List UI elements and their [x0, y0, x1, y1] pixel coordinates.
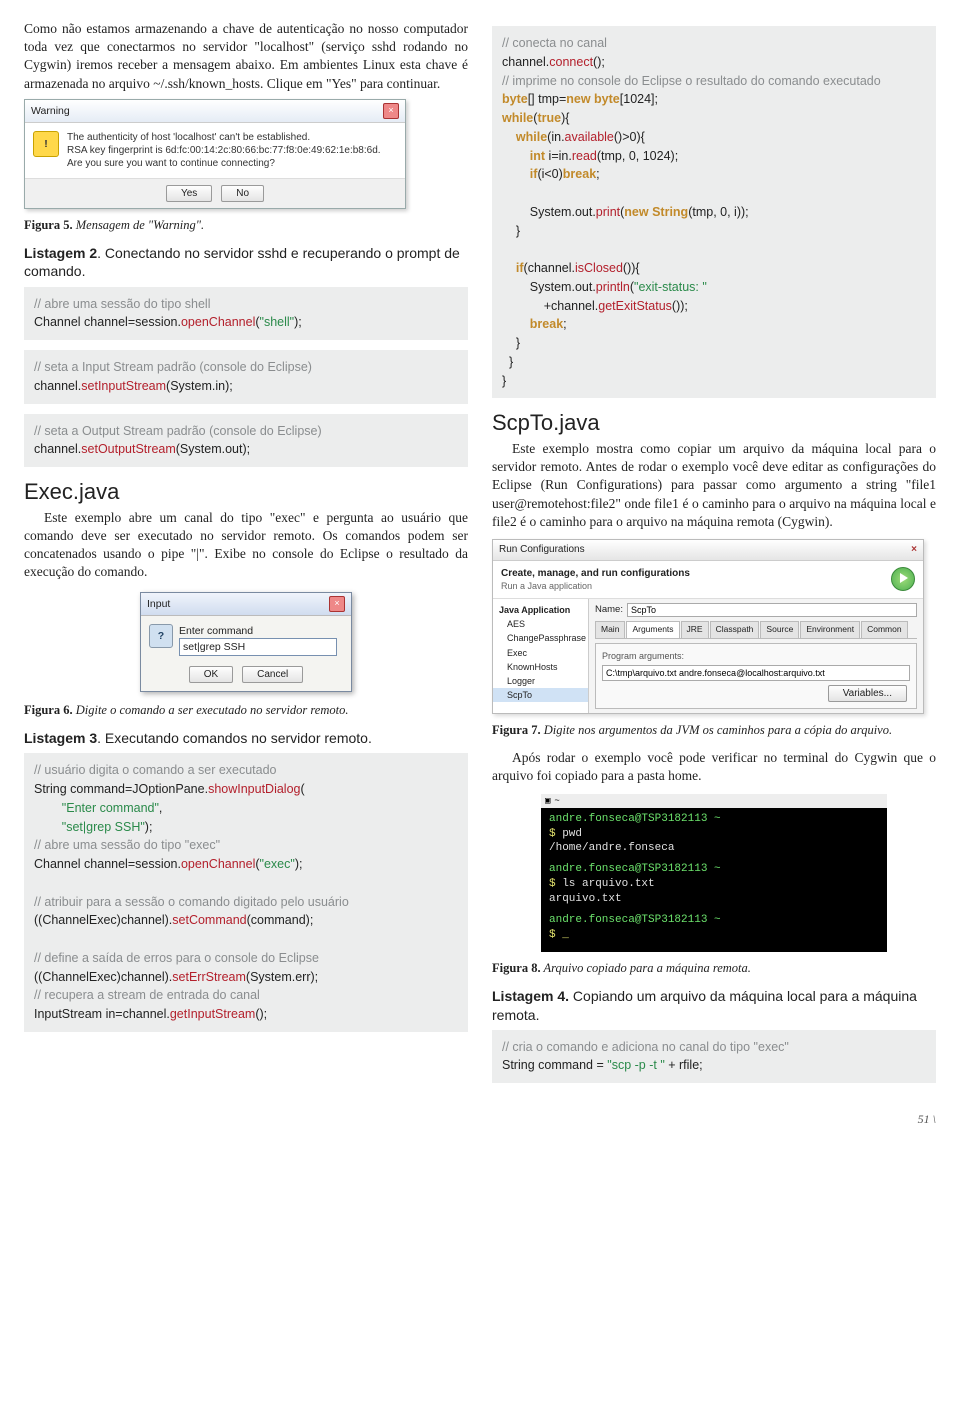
right-code-top: // conecta no canal channel.connect(); /…: [492, 26, 936, 398]
warning-line: The authenticity of host 'localhost' can…: [67, 131, 397, 144]
close-icon[interactable]: ×: [383, 103, 399, 119]
runconfig-window-title: Run Configurations: [499, 543, 585, 557]
variables-button[interactable]: Variables...: [828, 685, 907, 703]
runconfig-header: Create, manage, and run configurations: [501, 567, 690, 581]
warning-line: RSA key fingerprint is 6d:fc:00:14:2c:80…: [67, 144, 397, 157]
input-dialog-label: Enter command: [179, 624, 343, 638]
listing-2-code-a: // abre uma sessão do tipo shell Channel…: [24, 287, 468, 341]
tab-classpath[interactable]: Classpath: [710, 621, 760, 637]
question-icon: ?: [149, 624, 173, 648]
intro-paragraph: Como não estamos armazenando a chave de …: [24, 20, 468, 93]
program-arguments-input[interactable]: [602, 665, 910, 681]
listing-2-code-b: // seta a Input Stream padrão (console d…: [24, 350, 468, 404]
tab-common[interactable]: Common: [861, 621, 907, 637]
terminal-icon: ▣: [545, 795, 550, 807]
listing-2-code-c: // seta a Output Stream padrão (console …: [24, 414, 468, 468]
close-icon[interactable]: ×: [329, 596, 345, 612]
close-icon[interactable]: ×: [911, 543, 917, 557]
sidebar-item-selected[interactable]: ScpTo: [493, 688, 588, 702]
listing-4-title: Listagem 4. Copiando um arquivo da máqui…: [492, 987, 936, 1023]
sidebar-item[interactable]: ChangePassphrase: [493, 631, 588, 645]
figure-5-caption: Figura 5. Mensagem de "Warning".: [24, 217, 468, 234]
figure-8-caption: Figura 8. Arquivo copiado para a máquina…: [492, 960, 936, 977]
after-run-paragraph: Após rodar o exemplo você pode verificar…: [492, 749, 936, 785]
sidebar-item[interactable]: Exec: [493, 646, 588, 660]
listing-3-code: // usuário digita o comando a ser execut…: [24, 753, 468, 1032]
tab-jre[interactable]: JRE: [681, 621, 709, 637]
exec-java-heading: Exec.java: [24, 477, 468, 507]
figure-6-caption: Figura 6. Digite o comando a ser executa…: [24, 702, 468, 719]
sidebar-item[interactable]: KnownHosts: [493, 660, 588, 674]
runconfig-sub: Run a Java application: [501, 580, 690, 592]
command-input[interactable]: set|grep SSH: [179, 638, 337, 656]
exec-java-paragraph: Este exemplo abre um canal do tipo "exec…: [24, 509, 468, 582]
tab-main[interactable]: Main: [595, 621, 625, 637]
tab-arguments[interactable]: Arguments: [626, 621, 679, 637]
name-input[interactable]: [627, 603, 917, 617]
cygwin-terminal: ▣ ~ andre.fonseca@TSP3182113 ~ $ pwd /ho…: [541, 794, 887, 953]
sidebar-item[interactable]: Java Application: [493, 603, 588, 617]
input-dialog: Input × ? Enter command set|grep SSH OK …: [140, 592, 352, 693]
listing-2-title: Listagem 2. Conectando no servidor sshd …: [24, 244, 468, 280]
page-footer: 51 \: [24, 1111, 936, 1127]
tab-source[interactable]: Source: [760, 621, 799, 637]
scpto-heading: ScpTo.java: [492, 408, 936, 438]
tab-environment[interactable]: Environment: [800, 621, 860, 637]
runconfig-sidebar: Java Application AES ChangePassphrase Ex…: [493, 599, 589, 713]
listing-4-code: // cria o comando e adiciona no canal do…: [492, 1030, 936, 1084]
run-configurations-dialog: Run Configurations × Create, manage, and…: [492, 539, 924, 714]
figure-7-caption: Figura 7. Digite nos argumentos da JVM o…: [492, 722, 936, 739]
scpto-paragraph: Este exemplo mostra como copiar um arqui…: [492, 440, 936, 531]
input-dialog-title: Input: [147, 597, 170, 611]
warning-dialog: Warning × ! The authenticity of host 'lo…: [24, 99, 406, 210]
run-icon: [891, 567, 915, 591]
cancel-button[interactable]: Cancel: [242, 666, 303, 684]
sidebar-item[interactable]: Logger: [493, 674, 588, 688]
no-button[interactable]: No: [221, 185, 264, 203]
ok-button[interactable]: OK: [189, 666, 233, 684]
sidebar-item[interactable]: AES: [493, 617, 588, 631]
program-arguments-label: Program arguments:: [602, 650, 910, 662]
warning-title: Warning: [31, 104, 70, 118]
name-label: Name:: [595, 604, 623, 617]
listing-3-title: Listagem 3. Executando comandos no servi…: [24, 729, 468, 747]
warning-icon: !: [33, 131, 59, 157]
warning-line: Are you sure you want to continue connec…: [67, 157, 397, 170]
yes-button[interactable]: Yes: [166, 185, 212, 203]
